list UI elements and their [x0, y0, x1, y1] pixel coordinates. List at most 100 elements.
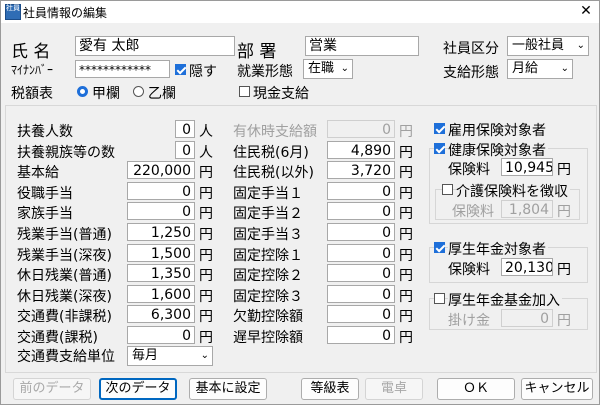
col1-unit-3: 円: [199, 185, 213, 202]
grade-table-button[interactable]: 等級表: [301, 378, 359, 400]
col2-label-10: 遅早控除額: [233, 330, 303, 346]
col2-unit-4: 円: [399, 206, 413, 223]
title-bar: 社員 社員情報の編集 ✕: [1, 1, 599, 23]
col2-field-2[interactable]: 3,720: [327, 161, 395, 180]
chevron-down-icon: ⌄: [200, 350, 209, 361]
dept-field[interactable]: 営業: [305, 36, 419, 56]
col2-field-0[interactable]: 0: [327, 120, 395, 138]
tax-kou-radio[interactable]: [77, 86, 88, 97]
cancel-button[interactable]: キャンセル: [521, 378, 593, 400]
col2-field-1[interactable]: 4,890: [327, 140, 395, 159]
calculator-button[interactable]: 電卓: [365, 378, 423, 400]
col2-label-8: 固定控除３: [233, 288, 303, 305]
fund-checkbox[interactable]: [434, 293, 445, 304]
name-label: 氏 名: [11, 42, 51, 62]
col1-field-9[interactable]: 6,300: [127, 305, 195, 324]
tax-kou-label: 甲欄: [92, 86, 120, 102]
health-insurance-label: 健康保険対象者: [448, 140, 548, 160]
pension-fee-field[interactable]: 20,130: [501, 258, 553, 276]
fund-label: 厚生年金基金加入: [448, 290, 562, 310]
col2-field-6[interactable]: 0: [327, 243, 395, 262]
col2-field-9[interactable]: 0: [327, 305, 395, 324]
basic-set-button[interactable]: 基本に設定: [189, 378, 267, 400]
name-field[interactable]: 愛有 太郎: [75, 36, 235, 56]
cash-checkbox[interactable]: [239, 86, 250, 97]
dialog-window: 社員 社員情報の編集 ✕ 氏 名 愛有 太郎 ﾏｲﾅﾝﾊﾞｰ *********…: [0, 0, 600, 405]
tax-otsu-radio[interactable]: [133, 86, 144, 97]
col1-unit-5: 円: [199, 227, 213, 243]
col1-field-10[interactable]: 0: [127, 326, 195, 344]
col2-field-5[interactable]: 0: [327, 223, 395, 241]
col2-label-1: 住民税(6月): [233, 144, 309, 161]
pension-fee-label: 保険料: [448, 262, 490, 278]
col2-field-3[interactable]: 0: [327, 181, 395, 200]
commute-unit-value: 毎月: [132, 348, 159, 363]
col1-label-4: 家族手当: [17, 206, 73, 223]
col2-field-8[interactable]: 0: [327, 284, 395, 303]
col1-label-8: 休日残業(深夜): [17, 288, 112, 305]
prev-button[interactable]: 前のデータ: [13, 378, 91, 400]
col2-label-3: 固定手当１: [233, 185, 303, 202]
care-label: 介護保険料を徴収: [456, 181, 570, 201]
fund-fee-unit: 円: [557, 313, 571, 329]
col2-field-7[interactable]: 0: [327, 264, 395, 283]
col1-unit-9: 円: [199, 309, 213, 326]
col2-unit-6: 円: [399, 247, 413, 264]
health-insurance-checkbox[interactable]: [434, 143, 445, 154]
col1-unit-4: 円: [199, 206, 213, 223]
col1-field-4[interactable]: 0: [127, 202, 195, 221]
col2-field-10[interactable]: 0: [327, 326, 395, 344]
employment-value: 在職: [308, 61, 335, 76]
fund-fee-label: 掛け金: [448, 313, 490, 329]
col1-field-3[interactable]: 0: [127, 181, 195, 200]
col2-unit-3: 円: [399, 185, 413, 202]
paytype-select[interactable]: 月給 ⌄: [507, 59, 573, 79]
employment-select[interactable]: 在職 ⌄: [303, 59, 353, 79]
category-value: 一般社員: [512, 38, 565, 53]
col1-unit-10: 円: [199, 330, 213, 346]
col2-label-9: 欠勤控除額: [233, 309, 303, 326]
col1-label-9: 交通費(非課税): [17, 309, 112, 326]
pension-checkbox[interactable]: [434, 242, 445, 253]
col1-field-8[interactable]: 1,600: [127, 284, 195, 303]
next-button[interactable]: 次のデータ: [99, 378, 177, 400]
col1-unit-6: 円: [199, 247, 213, 264]
col2-unit-2: 円: [399, 165, 413, 182]
care-fee-field[interactable]: 1,804: [501, 200, 553, 218]
employment-label: 就業形態: [237, 64, 293, 80]
category-label: 社員区分: [443, 41, 499, 57]
mynumber-label: ﾏｲﾅﾝﾊﾞｰ: [11, 63, 54, 77]
chevron-down-icon: ⌄: [576, 40, 585, 51]
commute-unit-select[interactable]: 毎月 ⌄: [127, 346, 213, 366]
col2-label-6: 固定控除１: [233, 247, 303, 264]
window-title: 社員情報の編集: [23, 6, 108, 20]
mynumber-field[interactable]: ************: [75, 60, 170, 78]
health-fee-field[interactable]: 10,945: [501, 158, 553, 176]
close-icon[interactable]: ✕: [577, 3, 595, 19]
fund-fee-field[interactable]: 0: [501, 309, 553, 327]
col1-label-6: 残業手当(深夜): [17, 247, 112, 264]
col1-label-0: 扶養人数: [17, 124, 73, 140]
paytype-label: 支給形態: [443, 65, 499, 81]
col2-unit-5: 円: [399, 227, 413, 243]
col1-field-5[interactable]: 1,250: [127, 223, 195, 241]
care-checkbox[interactable]: [442, 184, 453, 195]
employment-insurance-checkbox[interactable]: [434, 123, 445, 134]
col1-label-10: 交通費(課税): [17, 330, 98, 346]
col1-field-6[interactable]: 1,500: [127, 243, 195, 262]
col2-field-4[interactable]: 0: [327, 202, 395, 221]
col1-field-0[interactable]: 0: [175, 120, 195, 138]
paytype-value: 月給: [512, 61, 539, 76]
col2-unit-7: 円: [399, 268, 413, 285]
col1-field-7[interactable]: 1,350: [127, 264, 195, 283]
col2-unit-9: 円: [399, 309, 413, 326]
ok-button[interactable]: ＯＫ: [437, 378, 515, 400]
hide-checkbox[interactable]: [175, 64, 186, 75]
col1-field-1[interactable]: 0: [175, 140, 195, 159]
commute-unit-label: 交通費支給単位: [17, 349, 115, 365]
col2-unit-1: 円: [399, 144, 413, 161]
chevron-down-icon: ⌄: [340, 63, 349, 74]
col1-field-2[interactable]: 220,000: [127, 161, 195, 180]
col2-label-2: 住民税(以外): [233, 165, 314, 182]
category-select[interactable]: 一般社員 ⌄: [507, 36, 589, 56]
